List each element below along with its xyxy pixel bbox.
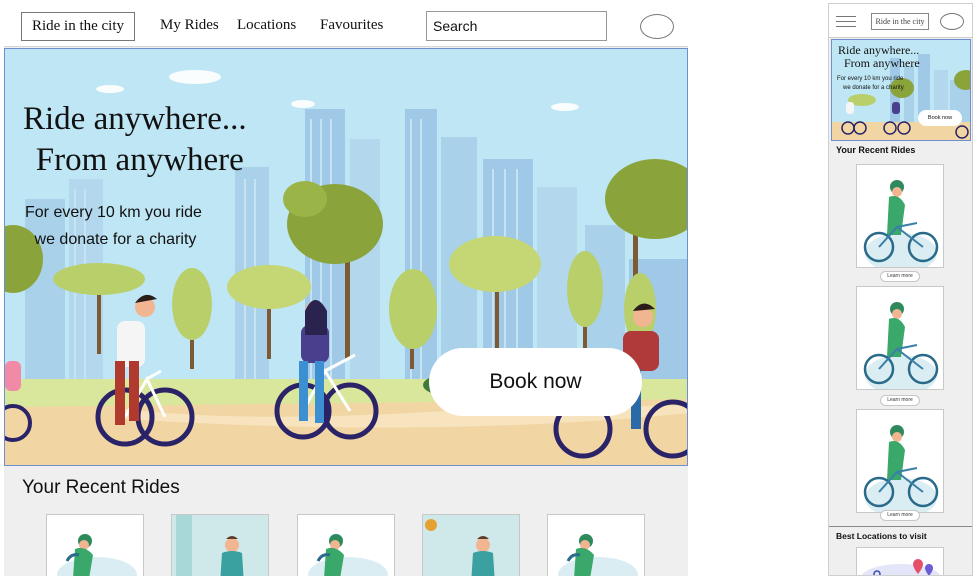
ride-card[interactable] <box>422 514 520 576</box>
search-input[interactable]: Search <box>426 11 607 41</box>
ride-card[interactable] <box>297 514 395 576</box>
hero-title-line-2: From anywhere <box>35 142 244 178</box>
hero-subtitle-line-1: For every 10 km you ride <box>25 204 202 221</box>
section-divider <box>829 526 972 527</box>
ride-card[interactable] <box>171 514 269 576</box>
mobile-hero-title-line-1: Ride anywhere... <box>838 43 920 57</box>
mobile-recent-rides-heading: Your Recent Rides <box>836 145 916 155</box>
mobile-hero-title-line-2: From anywhere <box>844 56 920 70</box>
best-locations-heading: Best Locations to visit <box>836 531 927 541</box>
cyclist-thumbnail <box>863 425 939 512</box>
cyclist-thumbnail <box>308 534 388 576</box>
mobile-top-nav: Ride in the city <box>829 4 972 38</box>
hero-banner: Ride anywhere... From anywhere For every… <box>4 48 688 466</box>
cyclist-thumbnail <box>558 534 638 576</box>
mobile-book-now-button[interactable]: Book now <box>918 110 962 126</box>
cyclist-thumbnail <box>863 180 939 267</box>
cyclist-thumbnail <box>423 515 519 576</box>
learn-more-button[interactable]: Learn more <box>880 271 920 282</box>
nav-link-locations[interactable]: Locations <box>237 17 296 34</box>
hero-title: Ride anywhere... From anywhere <box>23 99 247 181</box>
mobile-hero-subtitle: For every 10 km you ride we donate for a… <box>837 75 904 93</box>
cyclist-thumbnail <box>57 534 137 576</box>
mobile-frame: Ride in the city Ride anywhere... From a… <box>828 3 973 576</box>
profile-avatar[interactable] <box>640 14 674 39</box>
ride-card[interactable] <box>46 514 144 576</box>
mobile-hero-subtitle-line-2: we donate for a charity <box>843 85 904 91</box>
cyclist-thumbnail <box>172 515 268 576</box>
ride-card[interactable] <box>547 514 645 576</box>
hero-subtitle-line-2: we donate for a charity <box>34 231 197 248</box>
location-card[interactable] <box>856 547 944 575</box>
mobile-ride-card[interactable] <box>856 286 944 390</box>
cyclist-thumbnail <box>863 302 939 389</box>
map-pin-icon <box>861 559 941 575</box>
nav-link-my-rides[interactable]: My Rides <box>160 17 219 34</box>
mobile-hero-subtitle-line-1: For every 10 km you ride <box>837 76 904 82</box>
brand-logo[interactable]: Ride in the city <box>21 12 135 41</box>
mobile-profile-avatar[interactable] <box>940 13 964 30</box>
mobile-hero-title: Ride anywhere... From anywhere <box>838 44 920 70</box>
hero-subtitle: For every 10 km you ride we donate for a… <box>25 199 202 253</box>
recent-rides-heading: Your Recent Rides <box>22 477 180 498</box>
top-nav: Ride in the city My Rides Locations Favo… <box>4 6 688 47</box>
hamburger-menu-icon[interactable] <box>836 16 856 27</box>
mobile-ride-card[interactable] <box>856 409 944 513</box>
mobile-ride-card[interactable] <box>856 164 944 268</box>
mobile-brand-logo[interactable]: Ride in the city <box>871 13 929 30</box>
book-now-button[interactable]: Book now <box>429 348 642 416</box>
hero-title-line-1: Ride anywhere... <box>23 101 247 137</box>
nav-link-favourites[interactable]: Favourites <box>320 17 383 34</box>
learn-more-button[interactable]: Learn more <box>880 510 920 521</box>
desktop-frame: Ride in the city My Rides Locations Favo… <box>4 6 688 576</box>
learn-more-button[interactable]: Learn more <box>880 395 920 406</box>
mobile-hero-banner: Ride anywhere... From anywhere For every… <box>831 39 971 141</box>
